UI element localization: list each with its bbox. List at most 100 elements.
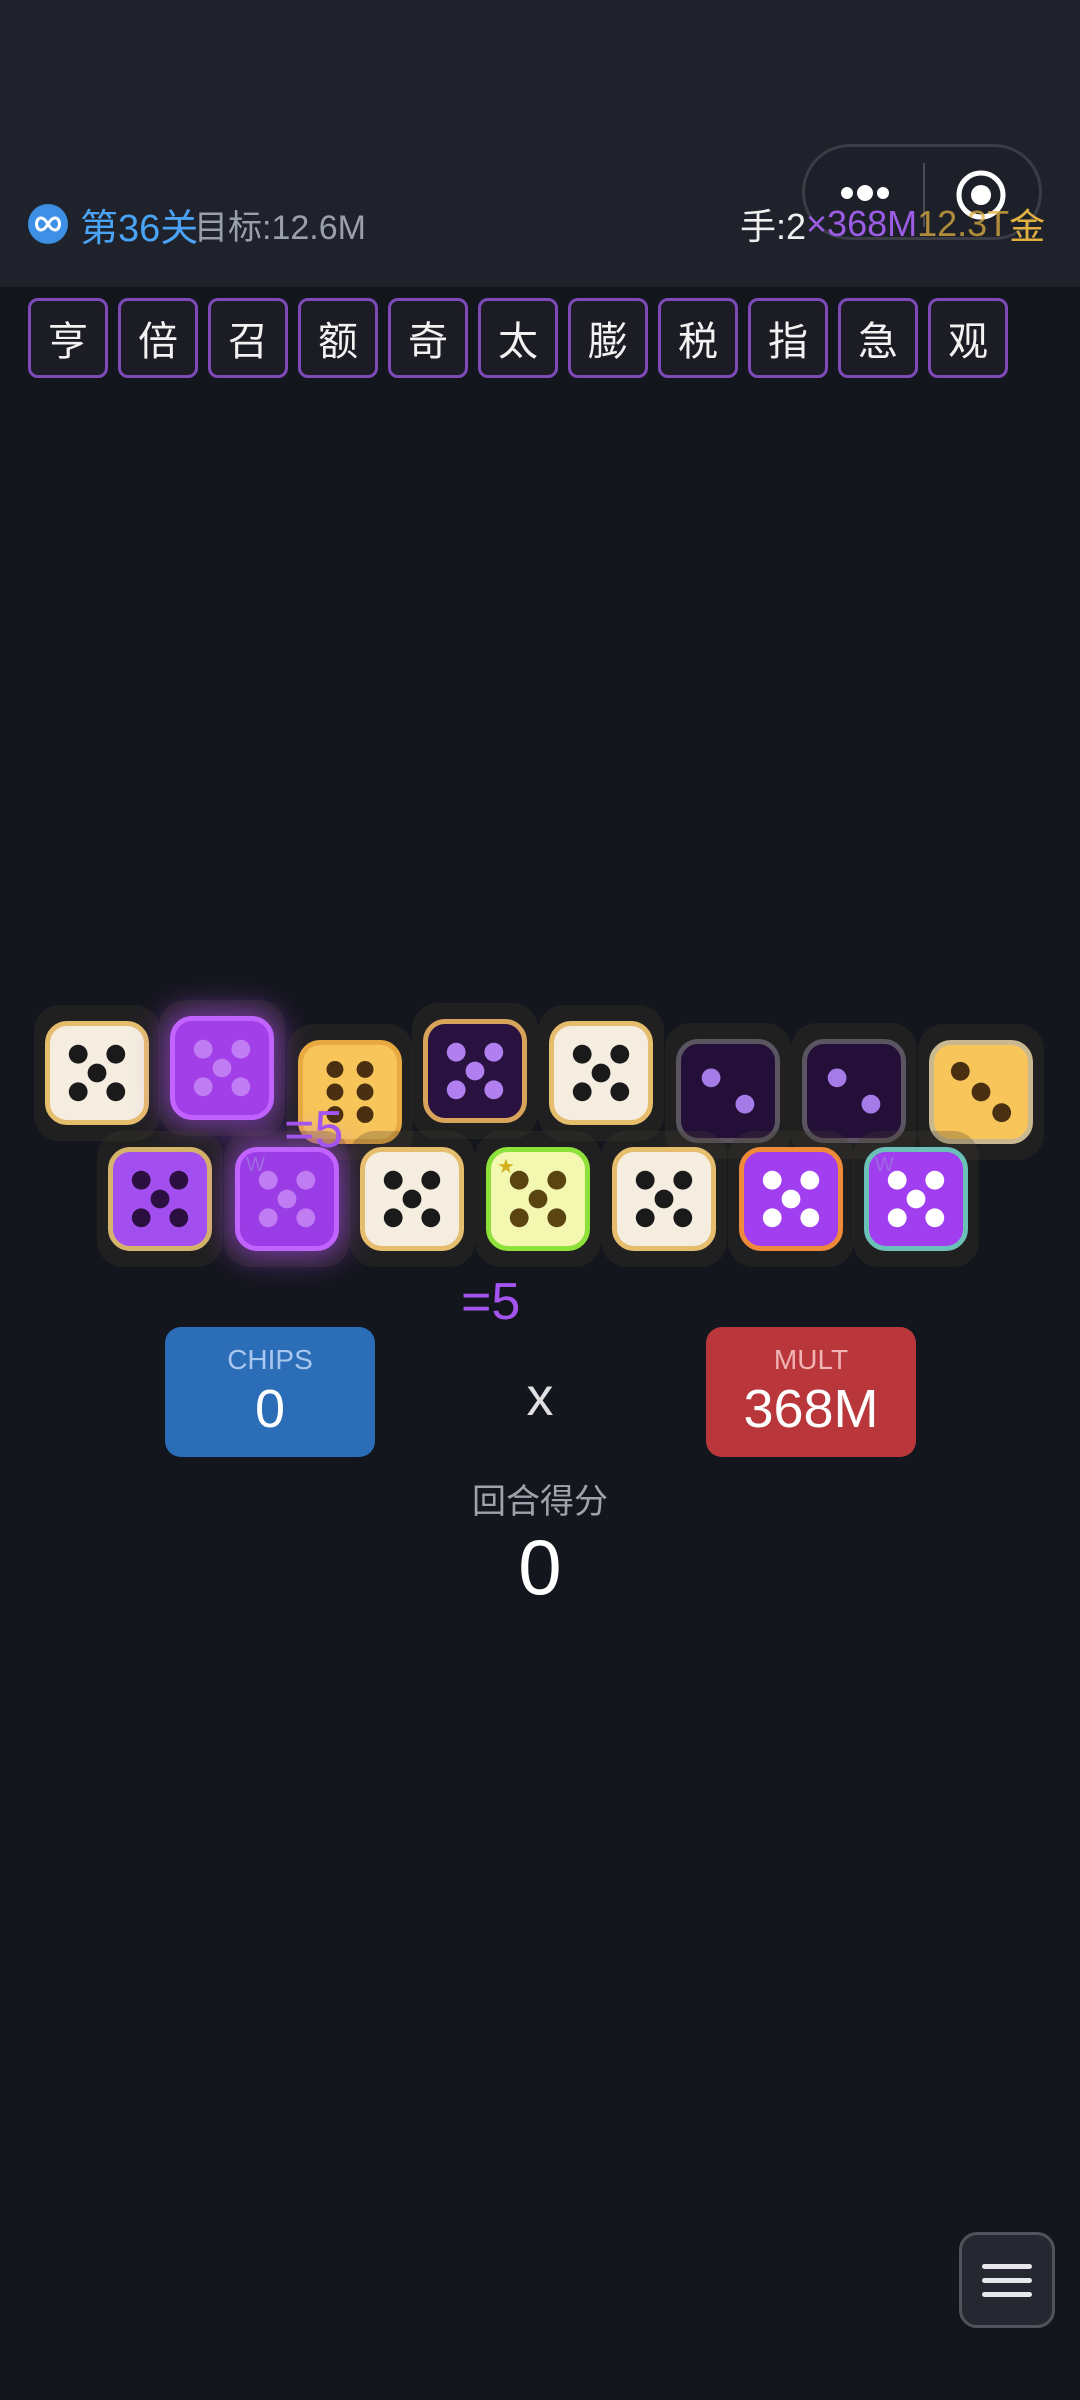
die-badge: W [246, 1154, 265, 1176]
die-face-5-icon [193, 1039, 251, 1097]
top-die-5[interactable] [549, 1021, 653, 1125]
die-pip [193, 1039, 213, 1059]
mult-label: MULT [773, 1344, 849, 1375]
relic-slot[interactable]: 额 [298, 298, 378, 378]
die-pip [356, 1106, 374, 1124]
relic-slot[interactable]: 太 [478, 298, 558, 378]
gold-value: 12.3T [917, 203, 1010, 244]
die-pip [950, 1061, 970, 1081]
top-die-5[interactable] [423, 1019, 527, 1123]
die-pip [446, 1042, 466, 1062]
die-pip [465, 1061, 485, 1081]
die-pip [150, 1189, 170, 1209]
die-pip [484, 1080, 504, 1100]
relic-slot[interactable]: 奇 [388, 298, 468, 378]
die-pip [925, 1208, 945, 1228]
die-pip [827, 1068, 847, 1088]
mult-panel: MULT 368M [706, 1327, 916, 1457]
bottom-die-5[interactable]: W [235, 1147, 339, 1251]
relic-slot[interactable]: 急 [838, 298, 918, 378]
die-face-5-icon [762, 1170, 820, 1228]
die-pip [528, 1189, 548, 1209]
die-pip [591, 1063, 611, 1083]
die-face-2-icon [701, 1068, 755, 1114]
relic-slot[interactable]: 倍 [118, 298, 198, 378]
bottom-die-5[interactable] [612, 1147, 716, 1251]
relic-slot[interactable]: 召 [208, 298, 288, 378]
die-pip [800, 1208, 820, 1228]
die-pip [383, 1170, 403, 1190]
die-pip [484, 1042, 504, 1062]
die-face-3-icon [950, 1061, 1012, 1123]
die-pip [992, 1103, 1012, 1123]
die-pip [106, 1082, 126, 1102]
relic-slot[interactable]: 税 [658, 298, 738, 378]
bottom-die-5[interactable] [739, 1147, 843, 1251]
die-pip [610, 1082, 630, 1102]
die-pip [231, 1039, 251, 1059]
die-pip [326, 1060, 344, 1078]
die-pip [887, 1208, 907, 1228]
die-pip [296, 1208, 316, 1228]
menu-icon-bar [982, 2263, 1032, 2269]
die-pip [131, 1170, 151, 1190]
bottom-die-5[interactable]: ★ [486, 1147, 590, 1251]
top-die-2[interactable] [676, 1039, 780, 1143]
die-pip [446, 1080, 466, 1100]
die-pip [169, 1170, 189, 1190]
times-sign: x [526, 1367, 554, 1427]
die-pip [356, 1060, 374, 1078]
die-pip [402, 1189, 422, 1209]
die-pip [673, 1208, 693, 1228]
die-pip [193, 1077, 213, 1097]
hands-indicator: 手:2 ×368M 12.3T 金 [740, 196, 1045, 252]
die-pip [68, 1044, 88, 1064]
relic-slot[interactable]: 亨 [28, 298, 108, 378]
die-pip [654, 1189, 674, 1209]
menu-button[interactable] [959, 2232, 1055, 2328]
bottom-die-5[interactable]: W [864, 1147, 968, 1251]
top-die-3[interactable] [929, 1040, 1033, 1144]
relic-slot[interactable]: 膨 [568, 298, 648, 378]
top-die-5[interactable] [170, 1016, 274, 1120]
die-pip [421, 1208, 441, 1228]
die-pip [701, 1068, 721, 1088]
die-pip [212, 1058, 232, 1078]
die-pip [131, 1208, 151, 1228]
die-pip [925, 1170, 945, 1190]
die-pip [547, 1170, 567, 1190]
die-face-5-icon [383, 1170, 441, 1228]
top-die-2[interactable] [802, 1039, 906, 1143]
die-face-2-icon [827, 1068, 881, 1114]
die-pip [421, 1170, 441, 1190]
infinity-icon [28, 204, 68, 244]
die-face-5-icon [68, 1044, 126, 1102]
bottom-die-5[interactable] [360, 1147, 464, 1251]
die-pip [906, 1189, 926, 1209]
die-pip [861, 1094, 881, 1114]
die-pip [509, 1208, 529, 1228]
die-face-5-icon [635, 1170, 693, 1228]
die-face-5-icon [446, 1042, 504, 1100]
hands-label: 手:2 [740, 206, 807, 247]
die-face-5-icon [572, 1044, 630, 1102]
bottom-die-5[interactable] [108, 1147, 212, 1251]
die-pip [673, 1170, 693, 1190]
die-pip [572, 1082, 592, 1102]
goal-label: 目标:12.6M [194, 208, 366, 247]
relic-slot[interactable]: 指 [748, 298, 828, 378]
die-pip [296, 1170, 316, 1190]
die-pip [762, 1170, 782, 1190]
die-pip [735, 1094, 755, 1114]
die-pip [610, 1044, 630, 1064]
level-indicator: 第36关 [28, 196, 198, 252]
die-pip [971, 1082, 991, 1102]
top-die-5[interactable] [45, 1021, 149, 1125]
goal-indicator: 目标:12.6M [194, 196, 366, 252]
relic-slot[interactable]: 观 [928, 298, 1008, 378]
die-face-5-icon [131, 1170, 189, 1228]
die-pip [106, 1044, 126, 1064]
hands-mult-label: ×368M [806, 203, 918, 244]
gold-unit: 金 [1009, 206, 1046, 247]
die-pip [383, 1208, 403, 1228]
